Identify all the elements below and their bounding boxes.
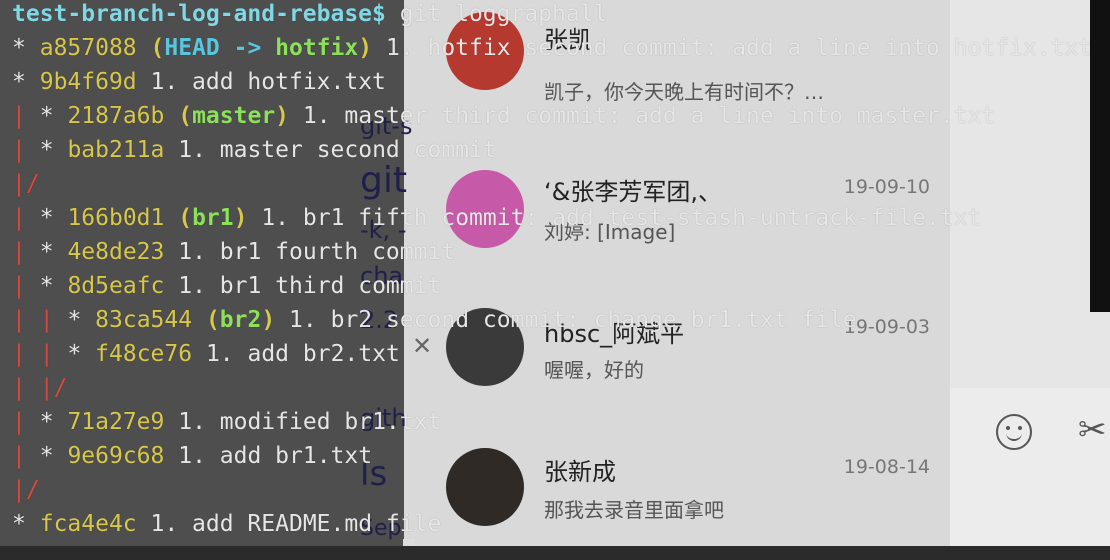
branch-name: br1 <box>192 205 234 231</box>
ref-paren: ) <box>358 35 373 61</box>
commit-message: 1. add README.md file <box>136 511 442 537</box>
commit-hash: f48ce76 <box>95 341 193 367</box>
graph-lines: | * <box>12 273 54 299</box>
ref-paren: ) <box>261 307 276 333</box>
graph-lines: * <box>12 69 26 95</box>
commit-hash: 166b0d1 <box>67 205 165 231</box>
graph-lines: | * <box>12 239 54 265</box>
commit-hash: 9e69c68 <box>67 443 165 469</box>
commit-message: 1. add br1.txt <box>164 443 373 469</box>
terminal-window[interactable]: test-branch-log-and-rebase$ git loggraph… <box>0 0 1110 546</box>
commit-message: 1. add br2.txt <box>192 341 400 367</box>
git-log-line: * a857088 (HEAD -> hotfix) 1. hotfix sec… <box>12 31 1092 65</box>
git-log-line: | * 71a27e9 1. modified br1.txt <box>12 405 441 439</box>
graph-lines: * <box>12 35 26 61</box>
graph-lines: | * <box>12 103 54 129</box>
git-log-line: |/ <box>12 167 40 201</box>
commit-hash: 2187a6b <box>67 103 165 129</box>
branch-name: master <box>192 103 276 129</box>
ref-paren: ( <box>164 205 193 231</box>
commit-message: 1. br1 fourth commit <box>164 239 456 265</box>
commit-message: 1. master second commit <box>164 137 497 163</box>
git-log-line: | |/ <box>12 371 67 405</box>
commit-message: 1. master third commit: add a line into … <box>289 103 996 129</box>
git-log-line: | * 166b0d1 (br1) 1. br1 fifth commit: a… <box>12 201 981 235</box>
git-log-line: | * 8d5eafc 1. br1 third commit <box>12 269 441 303</box>
git-log-line: * fca4e4c 1. add README.md file <box>12 507 441 541</box>
git-log-line: | * 4e8de23 1. br1 fourth commit <box>12 235 455 269</box>
ref-paren: ( <box>164 103 193 129</box>
commit-message: 1. br1 fifth commit: add test-stash-untr… <box>247 205 982 231</box>
commit-hash: 71a27e9 <box>67 409 165 435</box>
graph-lines: |/ <box>12 171 40 197</box>
git-log-line: | * bab211a 1. master second commit <box>12 133 497 167</box>
git-log-line: |/ <box>12 473 40 507</box>
commit-hash: 83ca544 <box>95 307 193 333</box>
commit-hash: fca4e4c <box>39 511 137 537</box>
graph-lines: | | * <box>12 341 82 367</box>
commit-hash: bab211a <box>67 137 165 163</box>
git-log-line: | | * f48ce76 1. add br2.txt <box>12 337 400 371</box>
terminal-prompt-line: test-branch-log-and-rebase$ git loggraph… <box>12 0 607 31</box>
shell-prompt: test-branch-log-and-rebase$ <box>12 1 386 27</box>
commit-message: 1. br2 second commit: change br1.txt fil… <box>275 307 857 333</box>
ref-paren: ( <box>136 35 165 61</box>
commit-hash: 9b4f69d <box>39 69 137 95</box>
commit-message: 1. add hotfix.txt <box>136 69 386 95</box>
shell-command: git loggraphall <box>385 1 608 27</box>
ref-paren: ) <box>233 205 248 231</box>
commit-message: 1. hotfix second commit: add a line into… <box>372 35 1093 61</box>
commit-message: 1. modified br1.txt <box>164 409 442 435</box>
ref-paren: ) <box>275 103 290 129</box>
graph-lines: | * <box>12 409 54 435</box>
git-log-line: * 9b4f69d 1. add hotfix.txt <box>12 65 386 99</box>
git-log-line: | | * 83ca544 (br2) 1. br2 second commit… <box>12 303 857 337</box>
graph-lines: | * <box>12 443 54 469</box>
branch-name: hotfix <box>275 35 359 61</box>
commit-hash: 8d5eafc <box>67 273 165 299</box>
graph-lines: | * <box>12 205 54 231</box>
head-ref: HEAD -> <box>164 35 276 61</box>
commit-message: 1. br1 third commit <box>164 273 442 299</box>
git-log-line: | * 2187a6b (master) 1. master third com… <box>12 99 995 133</box>
terminal-cursor <box>403 539 415 546</box>
graph-lines: | * <box>12 137 54 163</box>
graph-lines: | | * <box>12 307 82 333</box>
commit-hash: a857088 <box>39 35 137 61</box>
branch-name: br2 <box>219 307 262 333</box>
graph-lines: * <box>12 511 26 537</box>
graph-lines: |/ <box>12 477 40 503</box>
git-log-line: | * 9e69c68 1. add br1.txt <box>12 439 372 473</box>
ref-paren: ( <box>192 307 220 333</box>
commit-hash: 4e8de23 <box>67 239 165 265</box>
graph-lines: | |/ <box>12 375 68 401</box>
